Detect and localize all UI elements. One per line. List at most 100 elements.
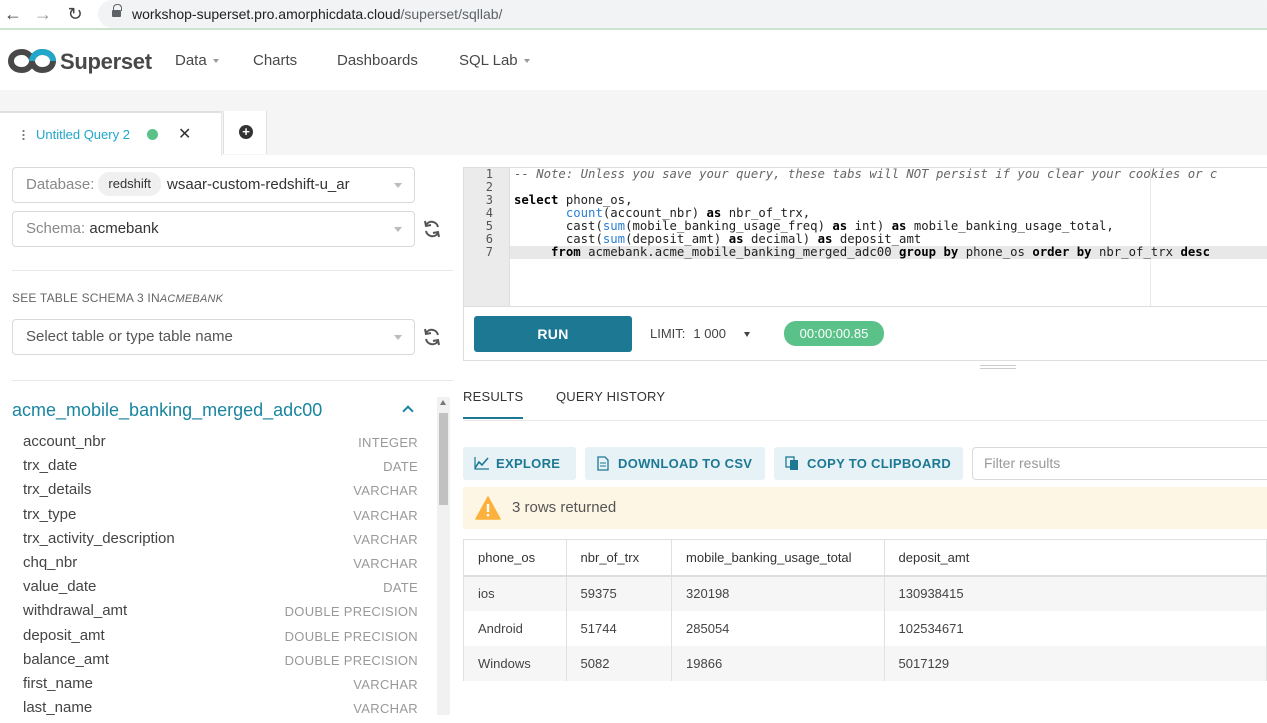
database-label: Database: [26,176,95,193]
query-timer: 00:00:00.85 [784,321,884,346]
column-type: DATE [383,459,418,474]
nav-item-label: Data [175,52,207,69]
nav-item-charts[interactable]: Charts [253,52,297,69]
scrollbar-thumb[interactable] [439,413,448,505]
table-cell: 102534671 [883,610,1267,646]
plus-circle-icon: + [239,125,253,139]
table-cell: 5017129 [883,645,1267,681]
reload-icon[interactable]: ↻ [64,4,86,25]
schema-count: 3 IN [137,291,160,305]
column-name: trx_date [23,457,78,474]
column-type: VARCHAR [353,508,418,523]
column-row: withdrawal_amt DOUBLE PRECISION [23,602,418,626]
nav-item-sql-lab[interactable]: SQL Lab [459,52,530,69]
nav-item-data[interactable]: Data [175,52,219,69]
schema-name: ACMEBANK [159,293,224,305]
copy-label: COPY TO CLIPBOARD [807,456,952,471]
table-cell: 51744 [565,610,673,646]
database-badge: redshift [98,172,162,196]
lock-icon [112,4,122,19]
explore-button[interactable]: EXPLORE [463,447,576,480]
code-line: -- Note: Unless you save your query, the… [514,167,1218,181]
column-name: trx_activity_description [23,530,175,547]
heading-text: SEE TABLE SCHEMA [12,291,134,305]
column-name: trx_details [23,481,92,498]
table-cell: 285054 [671,610,885,646]
limit-value: 1 000 [693,326,726,341]
table-cell: ios [463,575,567,611]
column-header[interactable]: deposit_amt [883,539,1267,577]
tab-results[interactable]: RESULTS [463,389,524,419]
forward-arrow-icon[interactable]: → [32,4,54,25]
table-row: ios 59375 320198 130938415 [463,575,1267,611]
caret-down-icon [743,332,750,338]
drag-handle-icon[interactable] [22,129,25,141]
column-name: value_date [23,578,97,595]
column-name: deposit_amt [23,627,105,644]
column-header[interactable]: phone_os [463,539,567,577]
resize-grip[interactable] [980,365,1016,369]
line-number: 7 [485,245,493,259]
sql-editor[interactable]: 1234567 -- Note: Unless you save your qu… [463,167,1267,307]
superset-logo-icon[interactable] [8,47,56,75]
column-name: account_nbr [23,433,106,450]
table-cell: Android [463,610,567,646]
column-header[interactable]: mobile_banking_usage_total [671,539,885,577]
table-select[interactable]: Select table or type table name [12,319,415,355]
column-row: trx_activity_description VARCHAR [23,530,418,554]
add-tab-button[interactable]: + [223,111,267,154]
column-type: DOUBLE PRECISION [284,653,418,668]
column-header[interactable]: nbr_of_trx [565,539,673,577]
database-select[interactable]: Database: redshift wsaar-custom-redshift-u… [12,167,415,203]
download-csv-button[interactable]: DOWNLOAD TO CSV [585,447,765,480]
column-type: DATE [383,580,418,595]
sql-code[interactable]: -- Note: Unless you save your query, the… [514,168,1217,259]
chevron-down-icon [394,183,402,188]
alert-message: 3 rows returned [512,499,617,516]
column-name: chq_nbr [23,554,78,571]
address-bar[interactable]: workshop-superset.pro.amorphicdata.cloud… [98,0,1267,28]
copy-clipboard-button[interactable]: COPY TO CLIPBOARD [774,447,963,480]
caret-down-icon [523,59,530,64]
schema-label: Schema: [26,220,86,237]
chevron-down-icon [394,335,402,340]
table-header-row: phone_os nbr_of_trx mobile_banking_usage… [463,539,1267,577]
brand-name[interactable]: Superset [60,49,152,75]
run-toolbar: RUN LIMIT: 1 000 00:00:00.85 [463,306,1267,361]
divider [12,380,453,381]
column-name: last_name [23,699,93,716]
query-tab[interactable]: Untitled Query 2 ✕ [0,111,222,156]
column-row: account_nbr INTEGER [23,433,418,457]
results-table: phone_os nbr_of_trx mobile_banking_usage… [463,539,1267,681]
columns-scrollbar[interactable] [437,397,450,715]
caret-down-icon [212,59,219,64]
close-icon[interactable]: ✕ [178,124,191,144]
refresh-icon[interactable] [422,327,442,347]
chevron-up-icon[interactable] [402,405,414,417]
tab-query-history[interactable]: QUERY HISTORY [556,389,665,404]
column-row: trx_date DATE [23,457,418,481]
line-number-gutter: 1234567 [464,168,510,306]
back-arrow-icon[interactable]: ← [2,4,24,25]
column-type: VARCHAR [353,556,418,571]
top-navbar: Superset Data Charts Dashboards SQL Lab [0,32,1267,90]
schema-select[interactable]: Schema: acmebank [12,211,415,247]
filter-results-input[interactable]: Filter results [972,447,1267,480]
nav-item-dashboards[interactable]: Dashboards [337,52,418,69]
column-row: trx_details VARCHAR [23,481,418,505]
nav-item-label: SQL Lab [459,52,518,69]
table-schema-heading: SEE TABLE SCHEMA 3 INACMEBANK [12,291,223,305]
table-name[interactable]: acme_mobile_banking_merged_adc00 [12,400,322,421]
run-button[interactable]: RUN [474,316,632,352]
table-row: Android 51744 285054 102534671 [463,610,1267,646]
query-status-dot [147,129,158,140]
scroll-up-icon[interactable] [440,400,446,405]
column-name: first_name [23,675,94,692]
column-row: trx_type VARCHAR [23,506,418,530]
table-select-placeholder: Select table or type table name [26,328,233,345]
refresh-icon[interactable] [422,219,442,239]
column-name: trx_type [23,506,77,523]
copy-icon [785,456,798,470]
column-type: INTEGER [358,435,418,450]
limit-dropdown[interactable]: LIMIT: 1 000 [650,326,750,341]
